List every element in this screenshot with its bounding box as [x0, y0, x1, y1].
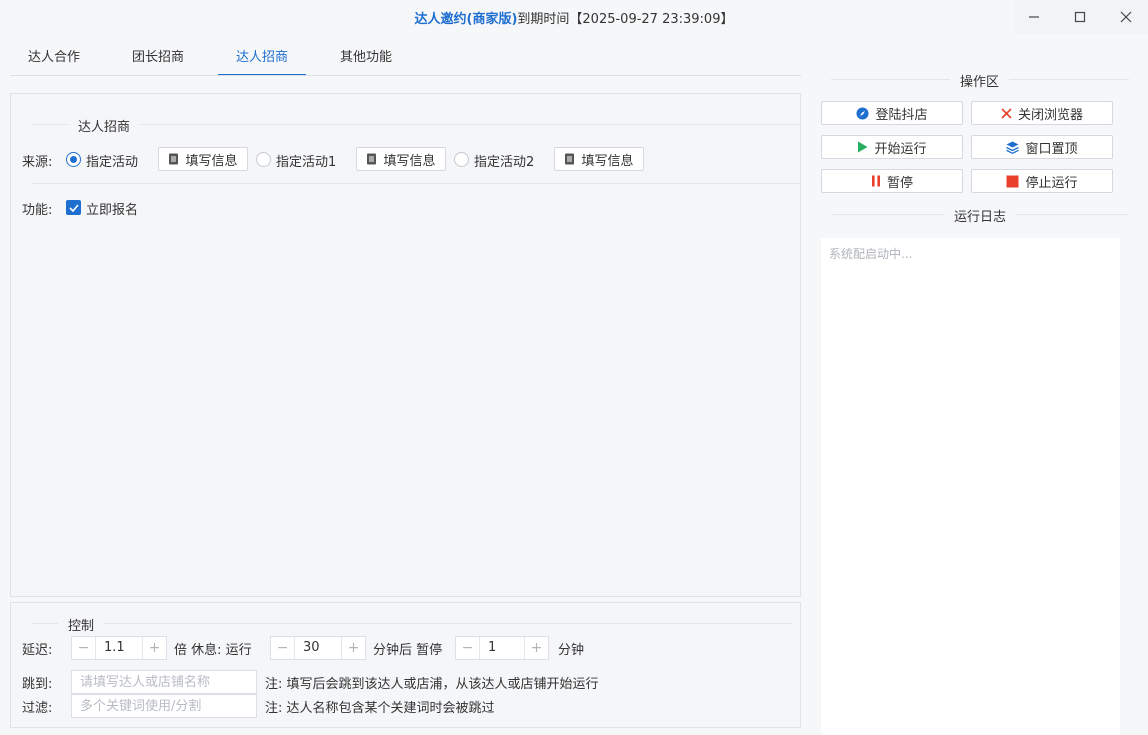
radio-activity[interactable] [66, 152, 81, 167]
start-run-button[interactable]: 开始运行 [821, 135, 963, 159]
fill-info-button-2[interactable]: 填写信息 [356, 147, 446, 171]
delay-stepper[interactable]: − 1.1 + [71, 636, 167, 660]
jump-input[interactable] [71, 670, 257, 694]
pin-window-label: 窗口置顶 [1025, 141, 1078, 157]
filter-input[interactable] [71, 694, 257, 718]
log-title: 运行日志 [944, 206, 1017, 225]
control-divider [32, 623, 792, 624]
minute-label: 分钟 [558, 643, 585, 658]
minimize-button[interactable] [1012, 4, 1056, 30]
pause-minutes-value[interactable]: 1 [480, 637, 524, 659]
stop-run-label: 停止运行 [1025, 175, 1078, 191]
jump-label: 跳到: [22, 677, 53, 692]
delay-value[interactable]: 1.1 [96, 637, 142, 659]
source-label: 来源: [22, 155, 53, 170]
close-icon [1001, 107, 1012, 119]
filter-note: 注: 达人名称包含某个关建词时会被跳过 [265, 701, 495, 716]
document-icon [169, 153, 179, 165]
signup-label[interactable]: 立即报名 [86, 199, 138, 218]
close-icon [1120, 11, 1132, 23]
close-browser-label: 关闭浏览器 [1017, 107, 1083, 123]
window-title: 达人邀约(商家版)到期时间【2025-09-27 23:39:09】 [0, 0, 1148, 40]
log-area[interactable] [821, 238, 1120, 735]
stop-icon [1006, 175, 1019, 187]
delay-label: 延迟: [22, 643, 53, 658]
control-section-title: 控制 [58, 615, 105, 634]
expiry-value: 【2025-09-27 23:39:09】 [569, 12, 734, 27]
start-run-label: 开始运行 [874, 141, 927, 157]
radio-activity-2-label[interactable]: 指定活动2 [474, 151, 534, 170]
radio-activity-label[interactable]: 指定活动 [86, 151, 138, 170]
pause-label: 分钟后 暂停 [373, 643, 443, 658]
login-store-button[interactable]: 登陆抖店 [821, 101, 963, 125]
minimize-icon [1029, 16, 1039, 18]
tab-other-functions[interactable]: 其他功能 [322, 44, 410, 76]
run-minutes-value[interactable]: 30 [295, 637, 341, 659]
maximize-icon [1074, 11, 1086, 23]
fill-info-button-3[interactable]: 填写信息 [554, 147, 644, 171]
pause-minutes-stepper[interactable]: − 1 + [455, 636, 549, 660]
tab-underline [10, 75, 801, 76]
fill-info-label: 填写信息 [383, 153, 436, 169]
close-browser-button[interactable]: 关闭浏览器 [971, 101, 1113, 125]
expiry-label: 到期时间 [517, 12, 570, 27]
radio-activity-1[interactable] [256, 152, 271, 167]
fill-info-label: 填写信息 [581, 153, 634, 169]
jump-note: 注: 填写后会跳到该达人或店浦，从该达人或店铺开始运行 [265, 677, 599, 692]
layers-icon [1006, 141, 1020, 154]
document-icon [367, 153, 377, 165]
close-window-button[interactable] [1104, 4, 1148, 30]
pause-button[interactable]: 暂停 [821, 169, 963, 193]
pin-window-button[interactable]: 窗口置顶 [971, 135, 1113, 159]
source-divider [32, 183, 801, 184]
plus-icon[interactable]: + [142, 637, 166, 659]
fill-info-button-1[interactable]: 填写信息 [158, 147, 248, 171]
tab-talent-cooperation[interactable]: 达人合作 [10, 44, 98, 76]
plus-icon[interactable]: + [524, 637, 548, 659]
check-icon [68, 203, 79, 212]
log-text: 系统配启动中... [829, 247, 913, 261]
plus-icon[interactable]: + [341, 637, 365, 659]
function-label: 功能: [22, 203, 53, 218]
document-icon [565, 153, 575, 165]
signup-checkbox[interactable] [66, 200, 81, 215]
stop-run-button[interactable]: 停止运行 [971, 169, 1113, 193]
pause-button-label: 暂停 [886, 175, 913, 191]
fill-info-label: 填写信息 [185, 153, 238, 169]
login-store-label: 登陆抖店 [875, 107, 928, 123]
minus-icon[interactable]: − [271, 637, 295, 659]
minus-icon[interactable]: − [72, 637, 96, 659]
radio-activity-1-label[interactable]: 指定活动1 [276, 151, 336, 170]
radio-activity-2[interactable] [454, 152, 469, 167]
compass-icon [856, 107, 869, 119]
recruit-divider [32, 124, 801, 125]
filter-label: 过滤: [22, 701, 53, 716]
recruit-section-title: 达人招商 [68, 116, 141, 135]
ops-title: 操作区 [950, 71, 1010, 90]
pause-icon [871, 175, 880, 187]
play-icon [858, 141, 868, 153]
maximize-button[interactable] [1058, 4, 1102, 30]
app-name: 达人邀约(商家版) [414, 12, 518, 27]
rest-label: 倍 休息: 运行 [174, 643, 252, 658]
tab-talent-recruit[interactable]: 达人招商 [218, 44, 306, 76]
minus-icon[interactable]: − [456, 637, 480, 659]
run-minutes-stepper[interactable]: − 30 + [270, 636, 366, 660]
tab-leader-recruit[interactable]: 团长招商 [114, 44, 202, 76]
